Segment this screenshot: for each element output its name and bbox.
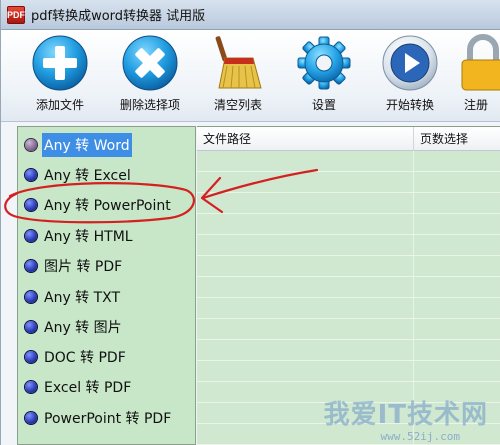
table-row (197, 298, 500, 319)
table-row (197, 193, 500, 214)
start-convert-label: 开始转换 (385, 98, 434, 112)
delete-x-icon (122, 35, 178, 91)
gear-icon (297, 36, 351, 90)
bullet-icon (25, 260, 37, 272)
bullet-icon (25, 321, 37, 333)
table-row (197, 214, 500, 235)
settings-label: 设置 (311, 98, 336, 112)
table-row (197, 319, 500, 340)
site-watermark: 我爱IT技术网 (323, 400, 488, 430)
list-item-powerpoint-to-pdf[interactable]: PowerPoint 转 PDF (18, 403, 195, 433)
list-item-label: 图片 转 PDF (44, 259, 123, 275)
list-item-image-to-pdf[interactable]: 图片 转 PDF (18, 251, 195, 281)
list-item-label: Any 转 PowerPoint (44, 198, 171, 214)
list-item-any-to-txt[interactable]: Any 转 TXT (18, 282, 195, 312)
column-header-page-selection[interactable]: 页数选择 (413, 127, 500, 151)
add-file-button[interactable]: 添加文件 (15, 34, 105, 120)
list-item-any-to-excel[interactable]: Any 转 Excel (18, 160, 195, 190)
bullet-icon (25, 381, 37, 393)
broom-icon (215, 36, 262, 89)
list-item-label: Any 转 TXT (44, 290, 121, 306)
table-row (197, 361, 500, 382)
column-header-file-path[interactable]: 文件路径 (197, 127, 413, 151)
bullet-icon (25, 169, 37, 181)
bullet-icon (25, 199, 37, 211)
window-title: pdf转换成word转换器 试用版 (31, 9, 206, 24)
bullet-icon (25, 139, 37, 151)
toolbar: 添加文件 删除选择项 清空列表 设置 开始转换 注册 (1, 30, 500, 122)
list-item-label: Any 转 Word (42, 133, 132, 157)
table-row (197, 277, 500, 298)
plus-icon (32, 35, 88, 91)
clear-list-button[interactable]: 清空列表 (193, 34, 283, 120)
bullet-icon (25, 351, 37, 363)
register-button[interactable]: 注册 (453, 34, 500, 120)
list-item-doc-to-pdf[interactable]: DOC 转 PDF (18, 342, 195, 372)
lock-icon (461, 34, 500, 91)
delete-selected-label: 删除选择项 (119, 98, 180, 112)
list-item-label: PowerPoint 转 PDF (44, 411, 172, 427)
play-icon (382, 35, 438, 91)
table-row (197, 151, 500, 172)
list-item-label: Any 转 图片 (44, 320, 122, 336)
table-row (197, 172, 500, 193)
list-item-label: Excel 转 PDF (44, 380, 132, 396)
title-bar[interactable]: PDF pdf转换成word转换器 试用版 (1, 0, 500, 30)
bullet-icon (25, 412, 37, 424)
conversion-type-list: Any 转 Word Any 转 Excel Any 转 PowerPoint … (17, 126, 196, 445)
bullet-icon (25, 230, 37, 242)
app-window: PDF pdf转换成word转换器 试用版 添加文件 删除选择项 清空列表 设置… (0, 0, 500, 445)
list-item-label: Any 转 Excel (44, 168, 131, 184)
delete-selected-button[interactable]: 删除选择项 (105, 34, 195, 120)
app-pdf-icon: PDF (7, 5, 25, 24)
list-item-any-to-word[interactable]: Any 转 Word (18, 130, 195, 160)
start-convert-button[interactable]: 开始转换 (365, 34, 455, 120)
list-item-any-to-image[interactable]: Any 转 图片 (18, 312, 195, 342)
register-label: 注册 (463, 98, 488, 112)
bullet-icon (25, 291, 37, 303)
add-file-label: 添加文件 (35, 98, 84, 112)
site-watermark-url: www.52ij.com (380, 430, 460, 443)
clear-list-label: 清空列表 (213, 98, 262, 112)
list-item-label: Any 转 HTML (44, 229, 133, 245)
list-item-excel-to-pdf[interactable]: Excel 转 PDF (18, 372, 195, 402)
list-item-any-to-powerpoint[interactable]: Any 转 PowerPoint (18, 190, 195, 220)
table-row (197, 256, 500, 277)
table-row (197, 235, 500, 256)
table-row (197, 340, 500, 361)
settings-button[interactable]: 设置 (279, 34, 369, 120)
list-item-any-to-html[interactable]: Any 转 HTML (18, 221, 195, 251)
list-item-label: DOC 转 PDF (44, 350, 126, 366)
table-header: 文件路径 页数选择 (197, 127, 500, 151)
